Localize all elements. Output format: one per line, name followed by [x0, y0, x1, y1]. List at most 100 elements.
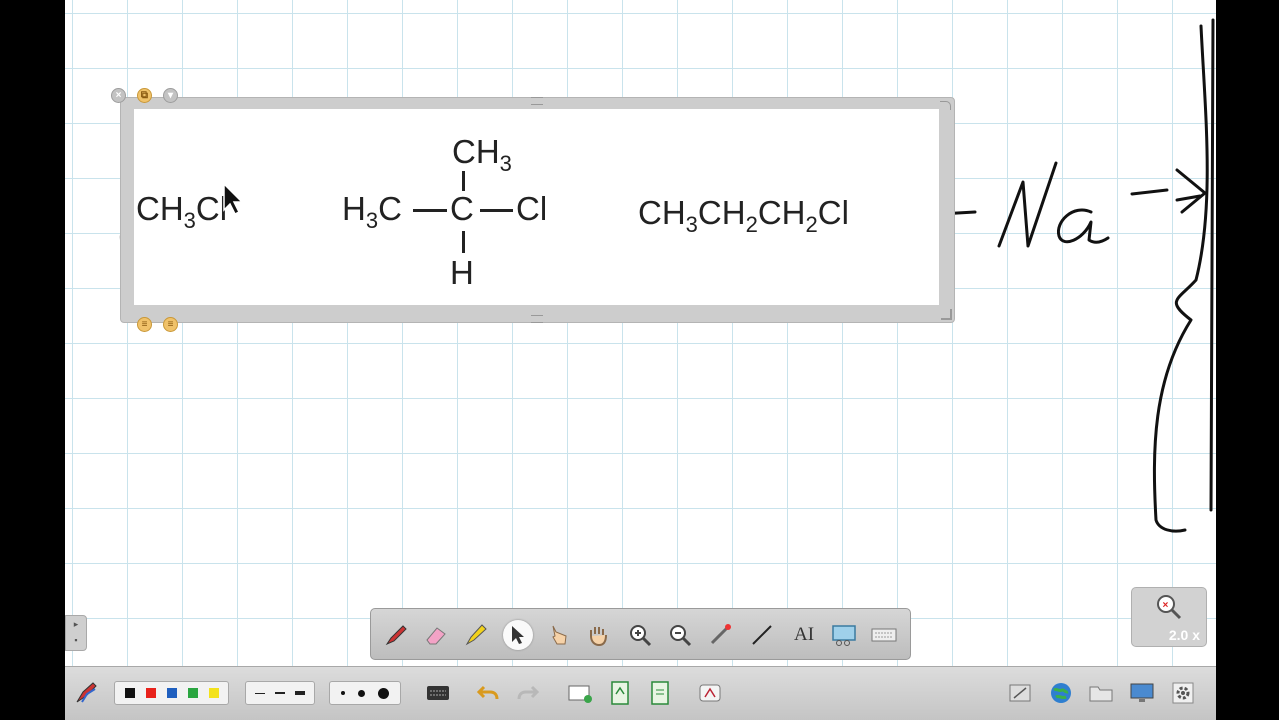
formula-propyl-chloride: CH3CH2CH2Cl	[638, 196, 849, 236]
thick-line-option[interactable]	[295, 691, 305, 695]
web-browser-button[interactable]	[1046, 680, 1076, 706]
formula-3-p4: Cl	[817, 194, 849, 231]
text-tool-label: AI	[793, 624, 815, 645]
color-yellow-swatch[interactable]	[208, 688, 219, 698]
formula-3-p3: CH	[757, 194, 806, 231]
formula-3-s2: 2	[745, 212, 758, 237]
color-blue-swatch[interactable]	[166, 688, 177, 698]
formula-2-center: C	[450, 190, 474, 227]
interact-tool-button[interactable]	[543, 620, 573, 650]
new-page-button[interactable]	[605, 680, 635, 706]
stylus-palette-button[interactable]	[71, 680, 101, 706]
ink-letter-a	[1056, 208, 1110, 244]
settings-button[interactable]	[1168, 680, 1198, 706]
formula-2-right: Cl	[516, 190, 548, 227]
bottom-resize-grip[interactable]	[531, 315, 543, 323]
drawing-toolbar: AI	[370, 608, 911, 660]
select-tool-button[interactable]	[503, 620, 533, 650]
top-resize-grip[interactable]	[531, 97, 543, 105]
resize-corner-icon[interactable]	[941, 309, 952, 320]
formula-2-top-group: CH3	[452, 135, 512, 175]
podcast-button[interactable]	[695, 680, 725, 706]
close-widget-icon[interactable]: ×	[111, 88, 126, 103]
ink-letter-N	[997, 161, 1058, 248]
highlighter-icon	[465, 624, 487, 646]
duplicate-widget-icon[interactable]: ⧉	[137, 88, 152, 103]
widget-menu-icon[interactable]: ▾	[163, 88, 178, 103]
pointing-hand-icon	[552, 625, 567, 645]
laser-pointer-icon	[710, 624, 731, 645]
medium-line-option[interactable]	[275, 692, 285, 694]
app-window: CH3Cl CH3 H3C C Cl H CH3CH2CH2Cl × ⧉ ▾ ≡…	[0, 0, 1279, 720]
formula-3-s3: 2	[805, 212, 818, 237]
monitor-icon	[1130, 683, 1154, 702]
color-black-swatch[interactable]	[124, 688, 135, 698]
zoom-in-icon	[630, 625, 652, 647]
formula-2-top: CH	[452, 133, 500, 170]
large-point-option[interactable]	[378, 687, 390, 699]
zoom-out-button[interactable]	[665, 620, 695, 650]
color-palette	[114, 681, 229, 705]
keyboard-icon	[427, 686, 449, 700]
undo-icon	[476, 685, 499, 700]
point-size-palette	[329, 681, 401, 705]
mouse-cursor-icon	[223, 182, 244, 216]
formula-3-s1: 3	[685, 212, 698, 237]
zoom-out-icon	[670, 625, 692, 647]
bond-left	[413, 209, 447, 212]
whiteboard-canvas[interactable]: CH3Cl CH3 H3C C Cl H CH3CH2CH2Cl × ⧉ ▾ ≡…	[65, 0, 1216, 666]
redo-button[interactable]	[513, 680, 543, 706]
text-tool-button[interactable]: AI	[789, 620, 819, 650]
ink-arrow-shaft	[1130, 188, 1202, 202]
zoom-in-button[interactable]	[625, 620, 655, 650]
duplicate-page-button[interactable]	[645, 680, 675, 706]
small-point-option[interactable]	[340, 691, 345, 695]
laser-pointer-button[interactable]	[705, 620, 735, 650]
formula-2-left-group: H3C	[342, 192, 402, 232]
sidebar-toggle-tab[interactable]: ▸ ▪	[65, 615, 87, 651]
undo-button[interactable]	[473, 680, 503, 706]
highlighter-tool-button[interactable]	[461, 620, 491, 650]
line-width-palette	[245, 681, 315, 705]
hand-tool-button[interactable]	[583, 620, 613, 650]
line-icon	[752, 625, 772, 645]
virtual-keyboard-button[interactable]	[869, 620, 899, 650]
capture-tool-button[interactable]	[829, 620, 859, 650]
record-icon	[699, 684, 721, 702]
redo-icon	[517, 685, 540, 700]
eraser-icon	[426, 627, 446, 645]
zoom-indicator[interactable]: × 2.0 x	[1131, 587, 1207, 647]
clear-page-button[interactable]	[565, 680, 595, 706]
desktop-mode-button[interactable]	[1127, 680, 1157, 706]
line-tool-button[interactable]	[747, 620, 777, 650]
formula-1-sub: 3	[183, 208, 196, 233]
pen-tool-button[interactable]	[381, 620, 411, 650]
formula-2-bottom: H	[450, 254, 474, 291]
arrow-pointer-icon	[512, 626, 524, 644]
color-red-swatch[interactable]	[145, 688, 156, 698]
formula-1-main: CH	[136, 190, 184, 227]
bottom-toolbar	[65, 666, 1216, 720]
svg-text:×: ×	[1163, 600, 1169, 611]
medium-point-option[interactable]	[357, 689, 365, 697]
formula-methyl-chloride: CH3Cl	[136, 192, 227, 232]
rotate-corner-icon[interactable]	[940, 101, 951, 110]
tools-button[interactable]	[1005, 680, 1035, 706]
screen-capture-icon	[832, 625, 856, 646]
bond-right	[480, 209, 513, 212]
ink-right-edge-line	[1209, 18, 1215, 512]
thin-line-option[interactable]	[255, 692, 265, 694]
keyboard-button[interactable]	[423, 680, 453, 706]
zoom-level-label: 2.0 x	[1168, 627, 1200, 643]
layer-back-icon[interactable]: ≡	[137, 317, 152, 332]
keyboard-icon	[871, 628, 897, 642]
chemistry-image: CH3Cl CH3 H3C C Cl H CH3CH2CH2Cl	[134, 109, 939, 305]
eraser-tool-button[interactable]	[421, 620, 451, 650]
zoom-reset-icon[interactable]: ×	[1154, 592, 1184, 622]
documents-button[interactable]	[1086, 680, 1116, 706]
ink-curly-brace	[1152, 24, 1209, 533]
color-green-swatch[interactable]	[187, 688, 198, 698]
hand-icon	[590, 627, 607, 647]
layer-front-icon[interactable]: ≡	[163, 317, 178, 332]
folder-icon	[1089, 686, 1113, 702]
